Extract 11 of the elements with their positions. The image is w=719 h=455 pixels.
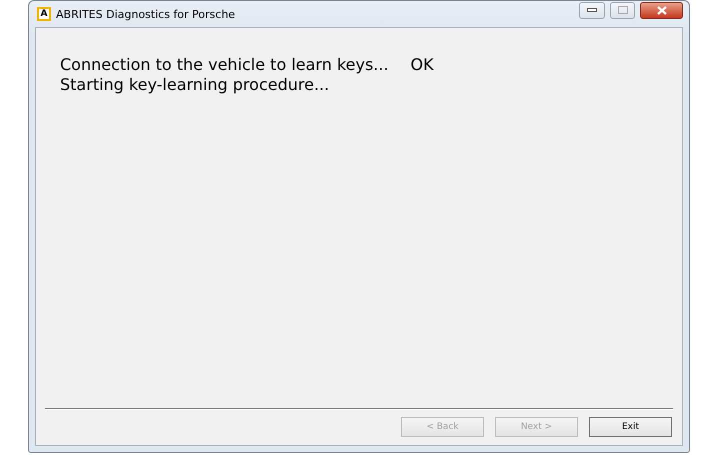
minimize-button[interactable] — [579, 2, 605, 18]
status-text: OK — [410, 55, 434, 75]
close-button[interactable] — [640, 2, 683, 18]
minimize-icon — [587, 8, 597, 12]
window-title: ABRITES Diagnostics for Porsche — [56, 8, 236, 20]
app-icon: A — [37, 7, 51, 21]
wizard-button[interactable]: Exit — [589, 417, 672, 437]
maximize-icon — [618, 6, 628, 14]
close-icon — [656, 6, 666, 14]
log-message: Starting key-learning procedure... — [60, 75, 330, 95]
log-message: Connection to the vehicle to learn keys... — [60, 55, 389, 75]
